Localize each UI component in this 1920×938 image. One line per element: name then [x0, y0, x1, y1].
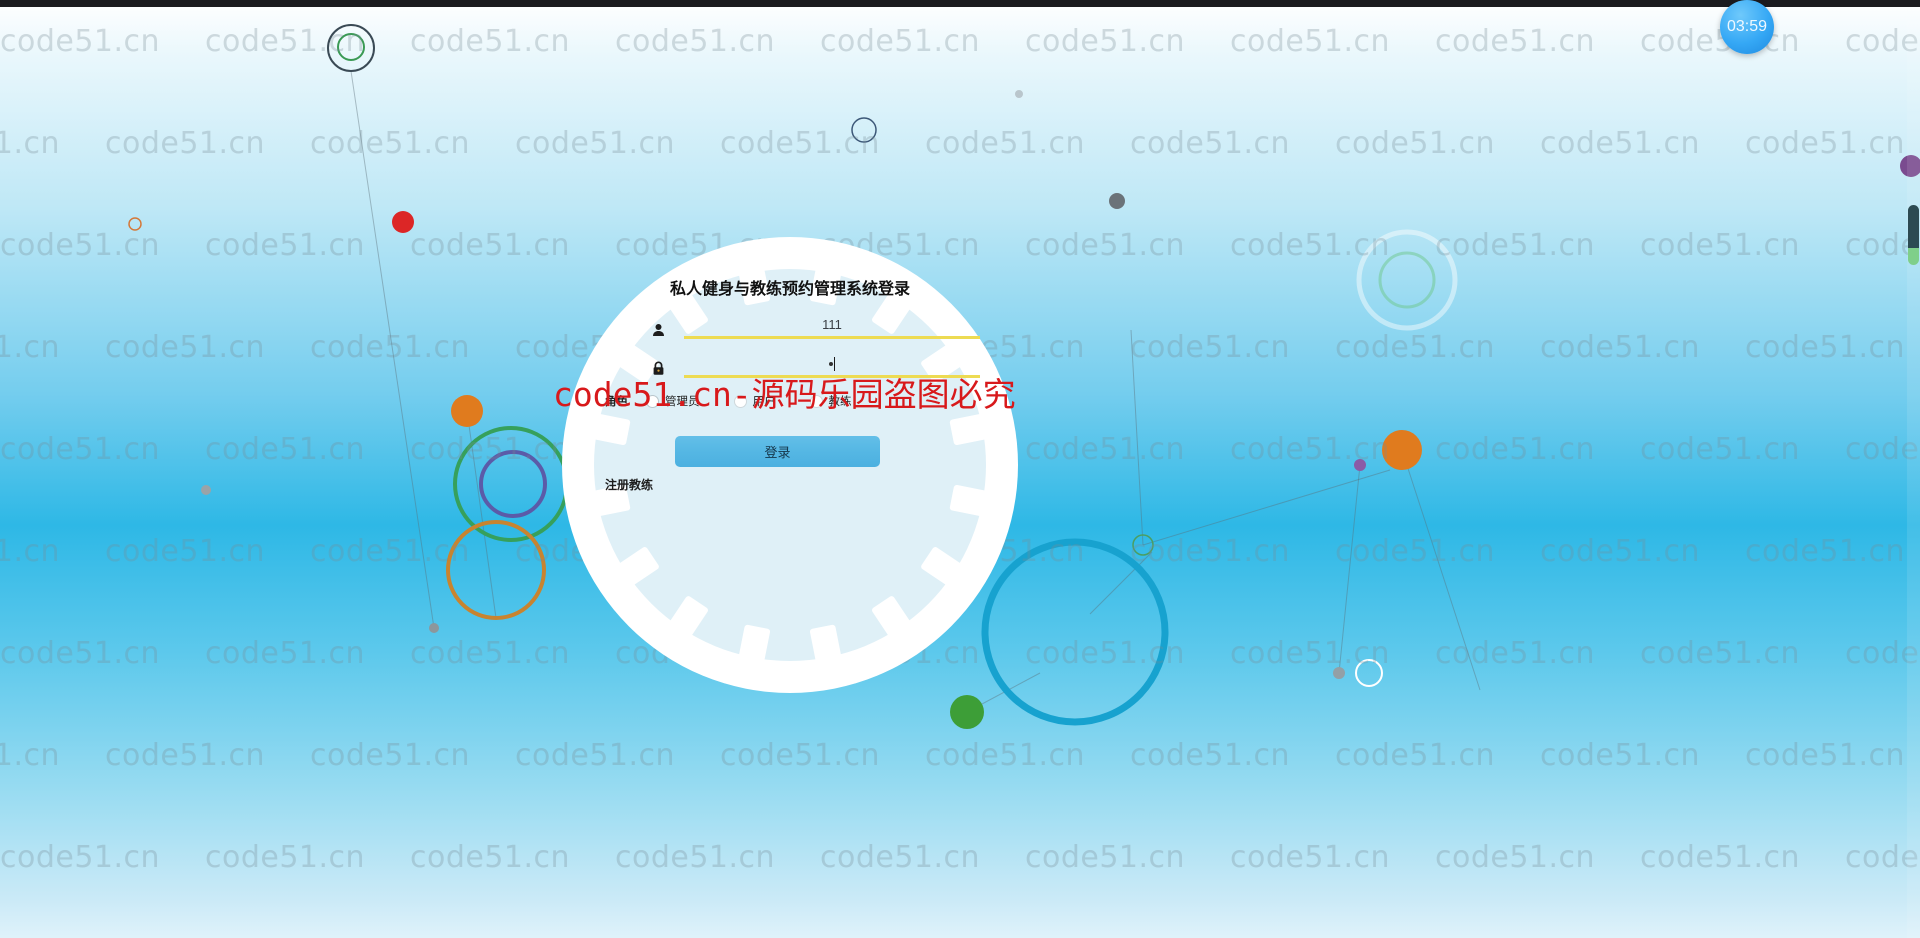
dot-orange-mid [451, 395, 483, 427]
ring-green-pale-right [1378, 251, 1436, 309]
link-line-3 [1130, 329, 1144, 546]
username-value: 111 [822, 317, 842, 332]
login-panel: 私人健身与教练预约管理系统登录 111 角色 管理员 用户 教练 登录 注册教练 [560, 155, 1020, 775]
ring-pale-right [1356, 229, 1458, 331]
dot-gray-small [201, 485, 211, 495]
radio-dot[interactable] [646, 394, 659, 408]
password-input[interactable] [684, 352, 980, 378]
role-option-2[interactable]: 教练 [809, 393, 852, 409]
vertical-scrollbar-track[interactable] [1907, 7, 1920, 938]
page-title: 私人健身与教练预约管理系统登录 [669, 279, 910, 298]
login-button[interactable]: 登录 [675, 436, 880, 467]
dot-gray-lower-right [1333, 667, 1345, 679]
ring-white-lower-right [1355, 659, 1383, 687]
timer-badge: 03:59 [1720, 0, 1774, 54]
username-row: 111 [650, 313, 980, 339]
vertical-scrollbar-thumb[interactable] [1908, 205, 1919, 265]
password-row [650, 352, 980, 378]
role-option-1[interactable]: 用户 [733, 393, 776, 409]
role-option-label: 教练 [828, 394, 852, 408]
ring-small-navy [851, 117, 877, 143]
link-line-7 [1338, 464, 1361, 674]
login-page: code51.cn code51.cn code51.cn code51.cn code… [0, 0, 1920, 938]
ring-purple [479, 450, 547, 518]
radio-dot[interactable] [809, 394, 823, 408]
ring-green-topleft [337, 33, 365, 61]
dot-gray-lower [429, 623, 439, 633]
role-label: 角色 [605, 394, 628, 408]
radio-dot[interactable] [733, 394, 747, 408]
password-value [829, 356, 835, 372]
dot-gray-right [1109, 193, 1125, 209]
dot-red [392, 211, 414, 233]
ring-tiny-orange [128, 217, 142, 231]
lock-icon [650, 354, 666, 376]
role-option-0[interactable]: 管理员 [646, 393, 700, 409]
register-coach-link[interactable]: 注册教练 [605, 476, 653, 493]
link-line-1 [350, 70, 435, 629]
dot-orange-right [1382, 430, 1422, 470]
link-line-8 [1401, 449, 1481, 691]
role-selector: 角色 管理员 用户 教练 [605, 393, 985, 409]
ring-dark-topleft [327, 24, 375, 72]
role-option-label: 管理员 [665, 394, 700, 408]
user-icon [650, 315, 666, 337]
dot-purple-small [1354, 459, 1366, 471]
username-input[interactable]: 111 [684, 313, 980, 339]
link-line-5 [1089, 551, 1153, 615]
role-option-label: 用户 [752, 394, 776, 408]
dot-gray-topright [1015, 90, 1023, 98]
